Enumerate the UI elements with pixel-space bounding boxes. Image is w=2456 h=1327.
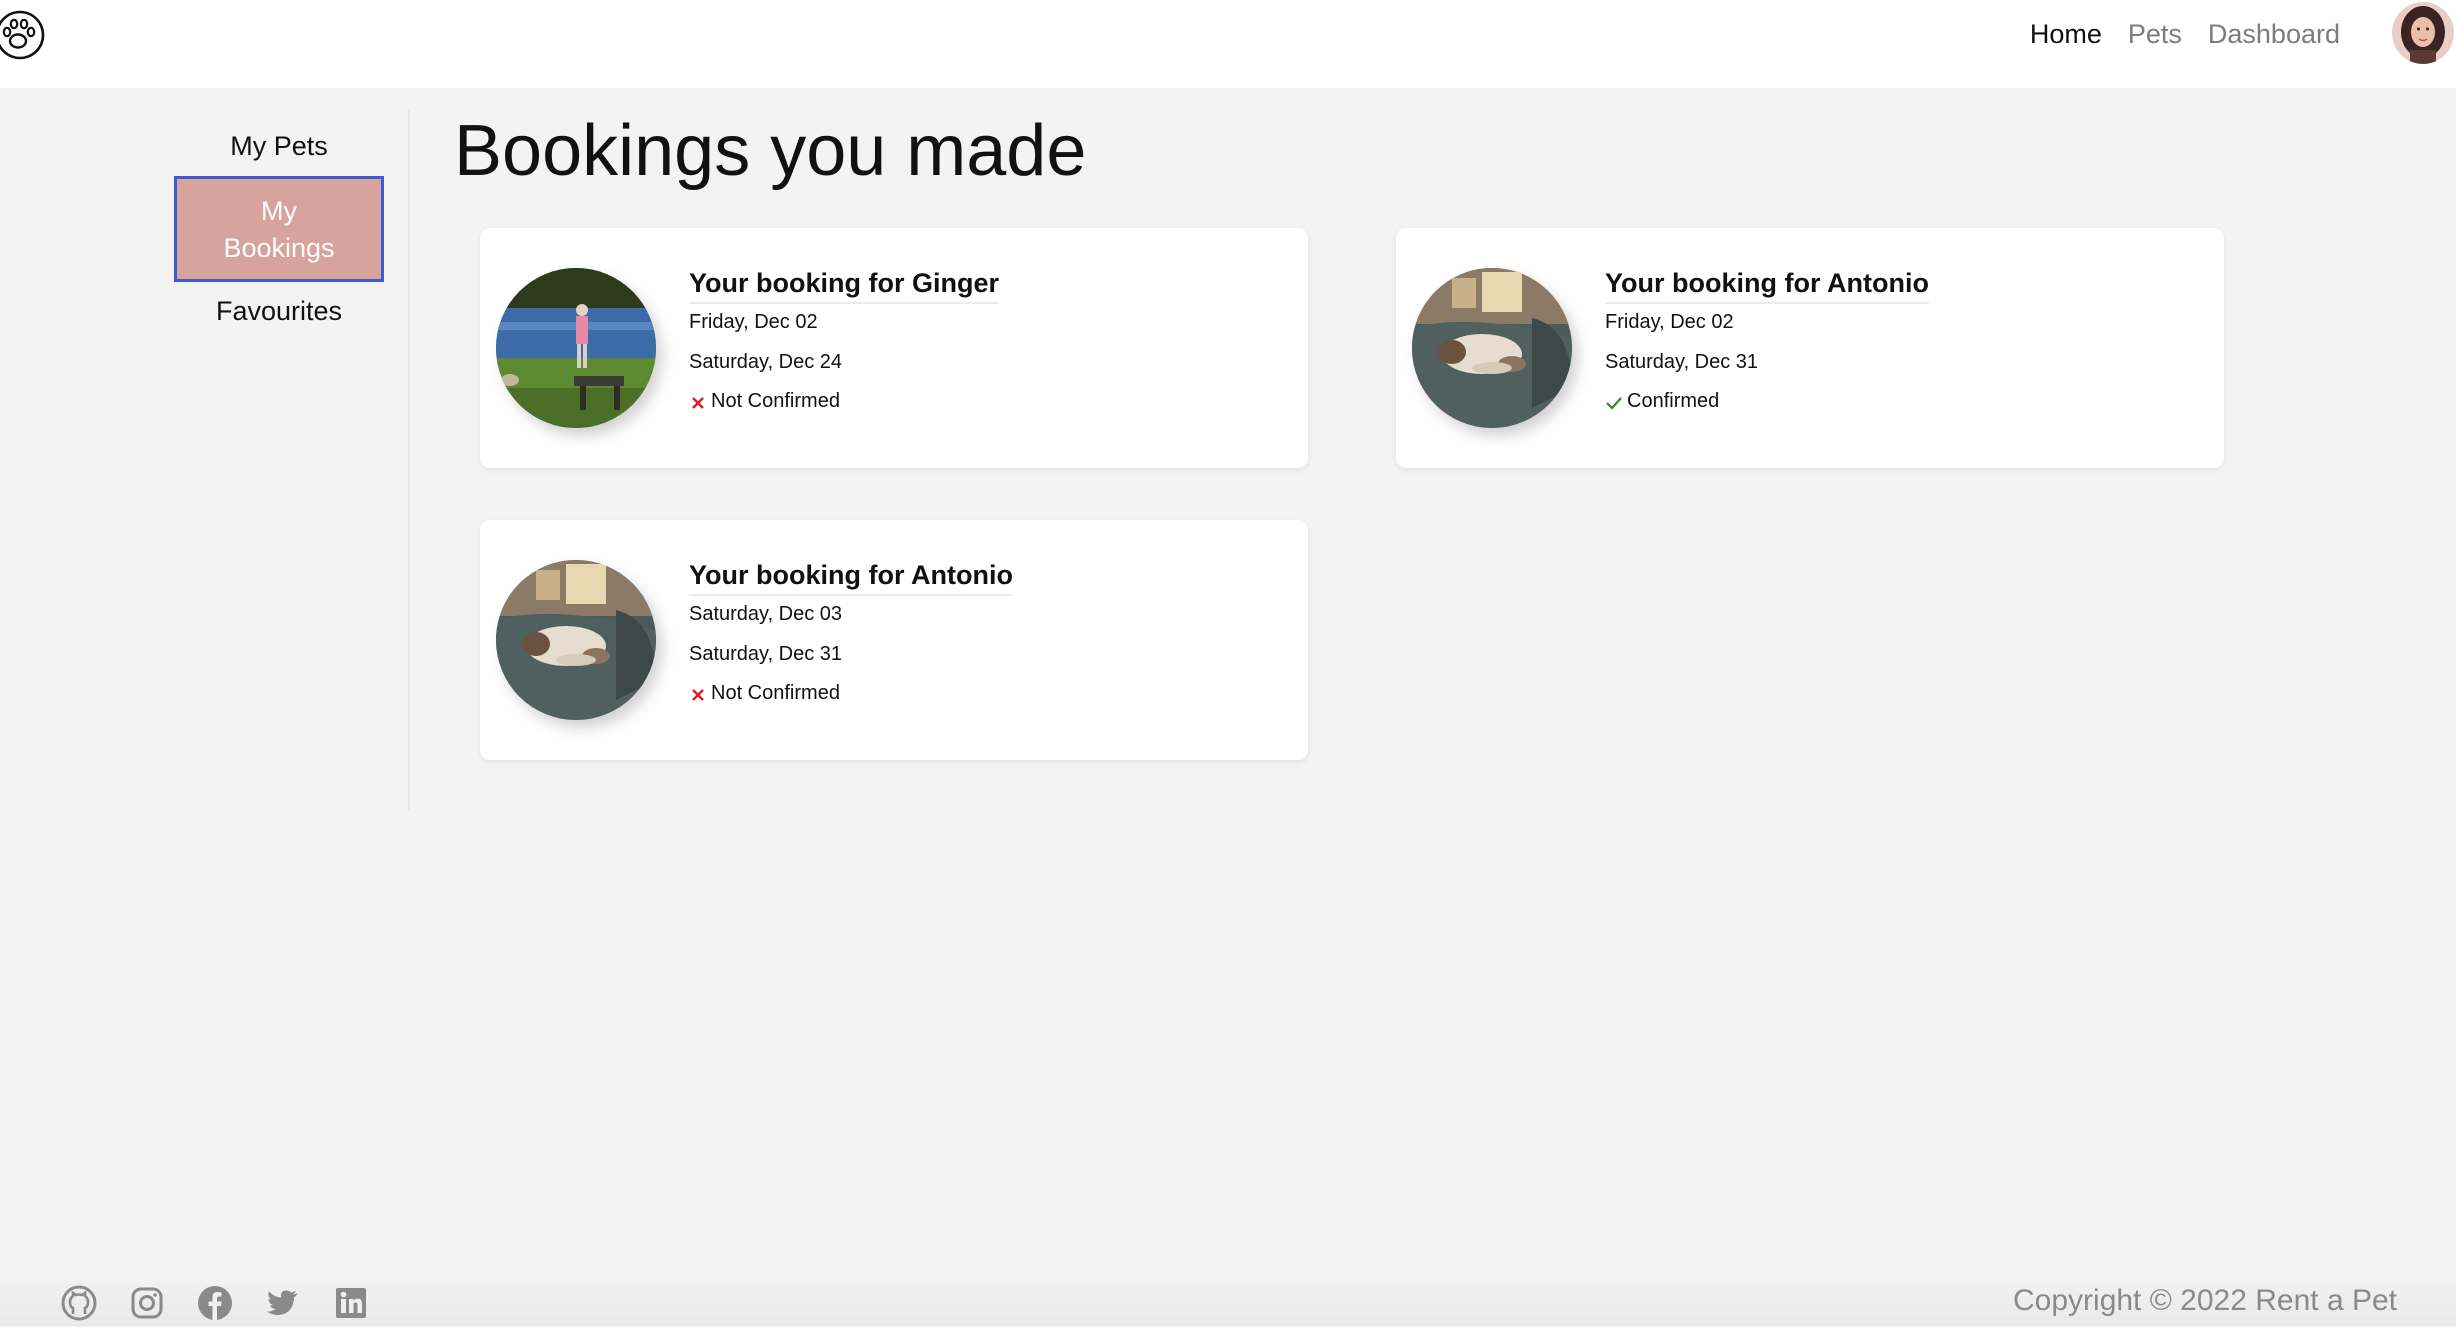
pet-photo (496, 268, 656, 428)
pet-photo (1412, 268, 1572, 428)
page-footer: Copyright © 2022 Rent a Pet (0, 1274, 2456, 1326)
booking-start-date: Friday, Dec 02 (1605, 311, 1734, 333)
sidebar-item-my-bookings-label-line-1: My (261, 196, 297, 226)
sidebar-item-my-bookings-label-line-2: Bookings (223, 233, 335, 263)
instagram-icon[interactable] (128, 1284, 166, 1322)
top-navbar: Home Pets Dashboard (0, 0, 2456, 88)
pet-photo (496, 560, 656, 720)
cross-icon (689, 684, 707, 702)
nav-links: Home Pets Dashboard (2030, 16, 2340, 52)
checkmark-icon (1605, 392, 1623, 410)
social-links (60, 1284, 370, 1322)
nav-dashboard-link[interactable]: Dashboard (2208, 16, 2340, 52)
user-avatar[interactable] (2392, 2, 2454, 64)
booking-title[interactable]: Your booking for Antonio (689, 556, 1013, 596)
booking-start-date: Friday, Dec 02 (689, 311, 818, 333)
nav-home-link[interactable]: Home (2030, 16, 2102, 52)
nav-pets-link[interactable]: Pets (2128, 16, 2182, 52)
booking-status-label: Not Confirmed (711, 682, 840, 704)
twitter-icon[interactable] (264, 1284, 302, 1322)
account-sidebar: My Pets My Bookings Favourites (0, 110, 410, 810)
page-title: Bookings you made (454, 111, 1087, 191)
booking-start-date: Saturday, Dec 03 (689, 603, 843, 625)
booking-status: Confirmed (1605, 387, 1719, 415)
booking-status-label: Confirmed (1627, 390, 1720, 412)
booking-status: Not Confirmed (689, 679, 840, 707)
booking-title[interactable]: Your booking for Ginger (689, 264, 999, 304)
github-icon[interactable] (60, 1284, 98, 1322)
booking-card[interactable]: Your booking for Antonio Saturday, Dec 0… (480, 520, 1308, 760)
sidebar-item-my-bookings[interactable]: My Bookings (174, 176, 384, 282)
booking-title[interactable]: Your booking for Antonio (1605, 264, 1929, 304)
booking-end-date: Saturday, Dec 24 (689, 351, 843, 373)
sidebar-item-favourites[interactable]: Favourites (174, 293, 384, 330)
facebook-icon[interactable] (196, 1284, 234, 1322)
booking-status-label: Not Confirmed (711, 390, 840, 412)
booking-status: Not Confirmed (689, 387, 840, 415)
paw-logo-icon[interactable] (0, 2, 48, 64)
linkedin-icon[interactable] (332, 1284, 370, 1322)
cross-icon (689, 392, 707, 410)
booking-card[interactable]: Your booking for Ginger Friday, Dec 02 S… (480, 228, 1308, 468)
sidebar-item-my-pets[interactable]: My Pets (174, 128, 384, 165)
booking-card[interactable]: Your booking for Antonio Friday, Dec 02 … (1396, 228, 2224, 468)
copyright-text: Copyright © 2022 Rent a Pet (2013, 1284, 2397, 1317)
booking-end-date: Saturday, Dec 31 (1605, 351, 1759, 373)
booking-end-date: Saturday, Dec 31 (689, 643, 843, 665)
